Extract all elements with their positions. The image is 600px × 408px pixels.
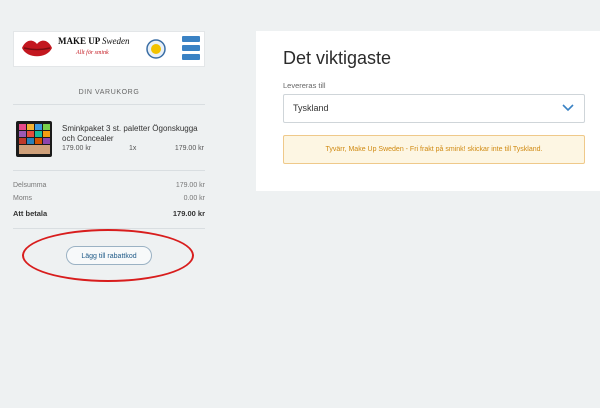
- subtotal-row: Delsumma 179.00 kr: [13, 182, 205, 189]
- vat-label: Moms: [13, 195, 33, 202]
- subtotal-value: 179.00 kr: [175, 182, 205, 189]
- ship-to-label: Levereras till: [283, 81, 326, 90]
- divider: [13, 104, 205, 105]
- brand-slogan: Allt för smink: [76, 50, 109, 56]
- seal-icon: [146, 39, 166, 59]
- product-name: Sminkpaket 3 st. paletter Ögonskugga och…: [62, 124, 198, 143]
- product-quantity: 1x: [129, 145, 137, 152]
- country-select[interactable]: Tyskland: [283, 94, 585, 123]
- product-line-total: 179.00 kr: [174, 145, 204, 152]
- cart-title: DIN VARUKORG: [78, 89, 140, 96]
- country-select-value: Tyskland: [293, 103, 329, 113]
- product-thumbnail: [16, 121, 52, 157]
- lips-logo-icon: [22, 40, 52, 57]
- total-label: Att betala: [13, 209, 48, 218]
- product-unit-price: 179.00 kr: [62, 145, 92, 152]
- subtotal-label: Delsumma: [13, 182, 47, 189]
- total-value: 179.00 kr: [172, 209, 205, 218]
- vat-value: 0.00 kr: [183, 195, 205, 202]
- page-title: Det viktigaste: [283, 48, 392, 68]
- chevron-down-icon: [562, 104, 574, 112]
- add-discount-code-button[interactable]: Lägg till rabattkod: [66, 246, 152, 265]
- trust-badges: [182, 36, 200, 63]
- vat-row: Moms 0.00 kr: [13, 195, 205, 202]
- store-logo-banner: MAKE UP Sweden Allt för smink: [13, 31, 205, 67]
- shipping-warning-message: Tyvärr, Make Up Sweden - Fri frakt på sm…: [283, 135, 585, 164]
- total-row: Att betala 179.00 kr: [13, 209, 205, 218]
- divider: [13, 170, 205, 171]
- brand-name: MAKE UP Sweden: [58, 36, 130, 46]
- checkout-panel: Det viktigaste Levereras till Tyskland T…: [256, 31, 600, 191]
